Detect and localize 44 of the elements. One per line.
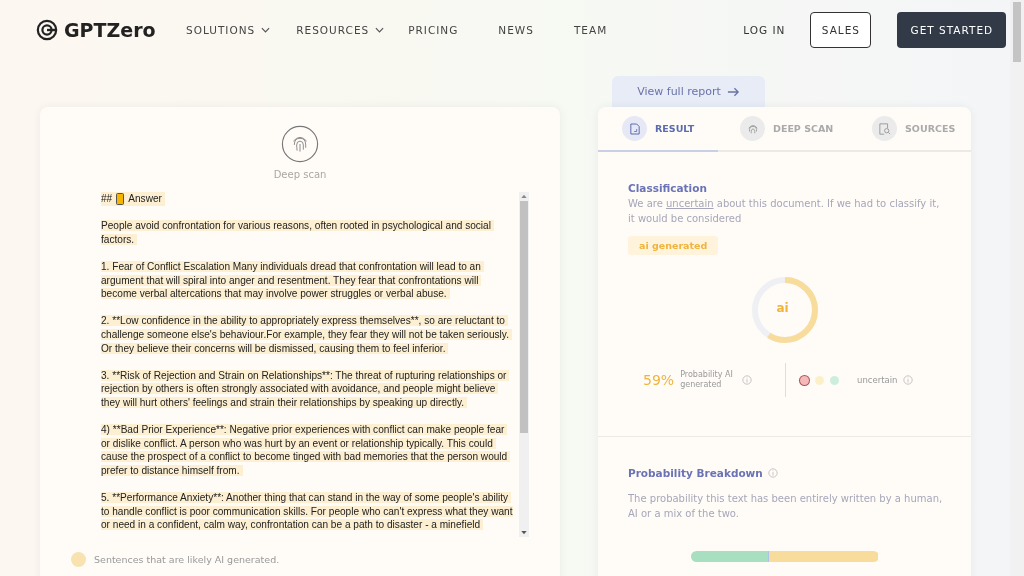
info-icon[interactable] — [742, 375, 753, 385]
square-icon — [116, 192, 125, 205]
caret-icon — [375, 27, 385, 33]
scrollbar[interactable] — [1010, 0, 1024, 576]
caret-icon — [261, 27, 271, 33]
arrow-icon — [726, 86, 740, 97]
nav-link[interactable]: SOLUTIONS — [186, 24, 271, 36]
scroll-up-icon[interactable] — [521, 194, 527, 198]
heading-text: Answer — [128, 192, 162, 206]
breakdown-text: The probability this text has been entirely written by a human, AI or a mix of the two. — [628, 492, 944, 521]
breakdown-title: Probability Breakdown — [628, 467, 763, 479]
highlighted-paragraph: 5. **Performance Anxiety**: Another thing that can stand in the way of some people's ability to handle conflict is poor communication skills. For people who can't express what they want or need in a confident, calm way, confrontation can be a path to disaster - a minefield — [101, 491, 513, 532]
highlighted-paragraph: 4) **Bad Prior Experience**: Negative prior experiences with conflict can make people fear or dislike conflict. A person who was hurt by an event or relationship typically. This could cause the prospect of a conflict to become tinged with bad memories that the person would prefer to distance himself from. — [101, 423, 513, 478]
nav-link[interactable]: PRICING — [408, 24, 459, 36]
confidence-label: uncertain — [857, 375, 898, 385]
scroll-down-icon[interactable] — [521, 531, 527, 535]
nav-link[interactable]: NEWS — [498, 24, 534, 36]
fingerprint-icon[interactable] — [281, 125, 319, 163]
fingerprint-icon — [740, 116, 765, 141]
search-icon — [872, 116, 897, 141]
document-icon — [622, 116, 647, 141]
gauge-ring — [749, 275, 820, 345]
nav-link[interactable]: RESOURCES — [296, 24, 385, 36]
gauge-label: ai — [776, 301, 789, 315]
login-link[interactable]: LOG IN — [743, 24, 786, 36]
classification-title: Classification — [628, 182, 707, 194]
sales-button[interactable]: SALES — [810, 12, 872, 48]
heading-text: ## — [101, 192, 113, 206]
logo-text[interactable]: GPTZero — [64, 19, 156, 41]
classification-badge: ai generated — [628, 236, 719, 255]
tab[interactable]: RESULT — [598, 107, 718, 152]
legend-text: Sentences that are likely AI generated. — [94, 554, 280, 565]
view-full-report-button[interactable]: View full report — [612, 76, 765, 107]
highlighted-paragraph: 2. **Low confidence in the ability to appropriately express themselves**, so are reluctant to challenge someone else's behaviour.For example, they fear they will not be taken seriously. Or they believe their concerns will be dismissed, causing them to feel inferior. — [101, 314, 513, 356]
scrollbar[interactable] — [519, 192, 529, 537]
info-icon[interactable] — [903, 375, 914, 385]
logo-icon — [36, 19, 58, 41]
info-icon[interactable] — [767, 468, 778, 478]
get-started-button[interactable]: GET STARTED — [897, 12, 1007, 48]
classification-text: We are uncertain about this document. If we had to classify it, it would be considered — [628, 197, 941, 226]
probability-value: 59% — [643, 372, 675, 388]
probability-label: Probability AI generated — [680, 370, 734, 390]
nav-link[interactable]: TEAM — [573, 24, 608, 36]
deep-scan-label: Deep scan — [273, 169, 327, 180]
